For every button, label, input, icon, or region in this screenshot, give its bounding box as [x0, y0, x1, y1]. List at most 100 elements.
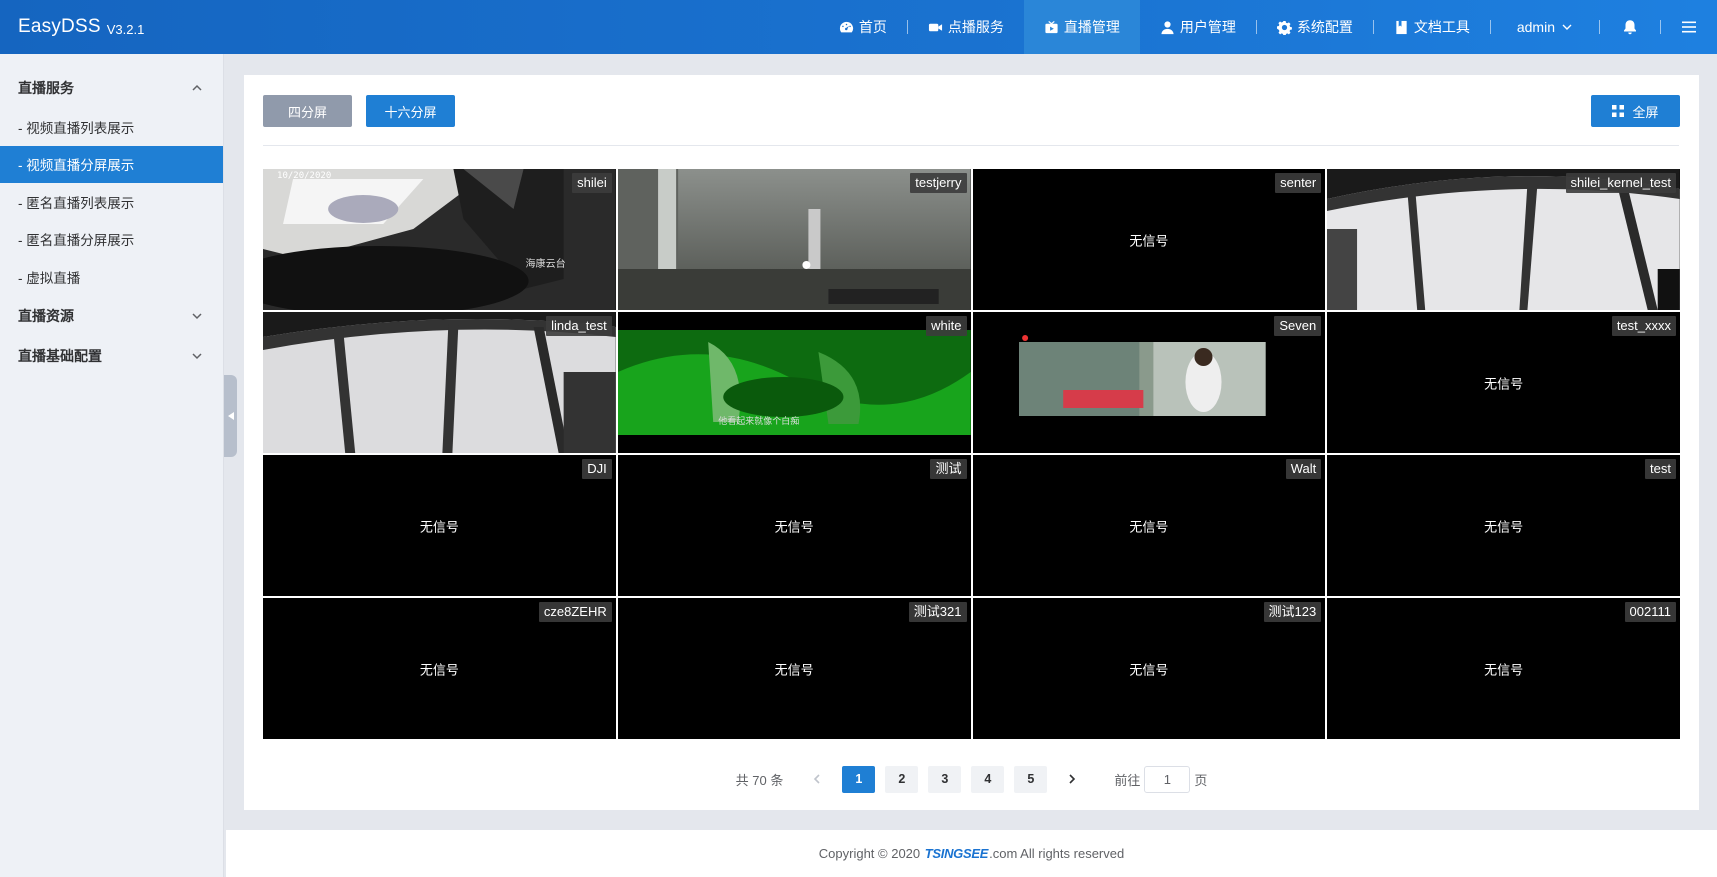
no-signal-text: 无信号 — [1484, 519, 1524, 534]
hamburger-menu-icon — [1682, 21, 1696, 33]
prev-page-button[interactable] — [803, 765, 831, 793]
stream-name: 测试123 — [1263, 602, 1322, 622]
nav-live-label: 直播管理 — [1063, 19, 1120, 35]
no-signal-text: 无信号 — [1129, 519, 1169, 534]
sidebar-group-label: 直播资源 — [18, 307, 74, 324]
video-tile[interactable]: 无信号 test — [1327, 455, 1680, 596]
footer-copyright-suffix: .com All rights reserved — [989, 846, 1125, 861]
page-button-3[interactable]: 3 — [928, 765, 962, 793]
stream-name: white — [926, 316, 967, 336]
user-menu[interactable]: admin — [1491, 0, 1599, 54]
video-tile[interactable]: 无信号 senter — [972, 169, 1326, 310]
brand[interactable]: EasyDSS V3.2.1 — [18, 0, 144, 54]
stream-name: 测试 — [930, 459, 967, 479]
no-signal-text: 无信号 — [1129, 233, 1169, 248]
nav-home-label: 首页 — [858, 19, 887, 35]
stream-name: shilei — [572, 173, 612, 193]
video-tile[interactable]: 他看起来就像个白痴 white — [617, 312, 971, 453]
footer: Copyright © 2020 TSINGSEE .com All right… — [226, 830, 1717, 877]
brand-version: V3.2.1 — [106, 21, 145, 37]
page-jump-prefix: 前往 — [1114, 772, 1141, 788]
video-timestamp: 10/20/2020 — [277, 171, 331, 181]
nav-docs[interactable]: 文档工具 — [1374, 0, 1490, 54]
gauge-icon — [839, 21, 853, 32]
video-tile[interactable]: 10/20/2020 海康云台 shilei — [263, 169, 616, 310]
stream-name: 测试321 — [908, 602, 967, 622]
fullscreen-button[interactable]: 全屏 — [1591, 95, 1680, 127]
video-tile[interactable]: 无信号 cze8ZEHR — [263, 598, 616, 739]
video-tile[interactable]: linda_test — [263, 312, 616, 453]
stream-name: cze8ZEHR — [538, 602, 612, 622]
four-split-button[interactable]: 四分屏 — [263, 95, 352, 127]
user-icon — [1161, 20, 1174, 34]
video-tile[interactable]: 无信号 002111 — [1327, 598, 1680, 739]
footer-copyright-prefix: Copyright © 2020 — [818, 846, 924, 861]
pagination: 共 70 条 1 2 3 4 5 前往 页 — [244, 765, 1699, 793]
no-signal-text: 无信号 — [774, 662, 814, 677]
chevron-down-icon — [192, 352, 202, 359]
page-jump-input[interactable] — [1144, 765, 1191, 793]
page-button-4[interactable]: 4 — [971, 765, 1005, 793]
nav-live[interactable]: 直播管理 — [1023, 0, 1140, 54]
stream-name: test — [1645, 459, 1676, 479]
stream-name: testjerry — [910, 173, 967, 193]
pagination-total: 共 70 条 — [735, 772, 784, 788]
video-tile[interactable]: 无信号 测试321 — [617, 598, 971, 739]
video-thumbnail: 他看起来就像个白痴 — [617, 312, 971, 453]
nav-vod[interactable]: 点播服务 — [908, 0, 1024, 54]
page-button-1[interactable]: 1 — [842, 765, 876, 793]
video-tile[interactable]: Seven — [972, 312, 1326, 453]
video-thumbnail — [972, 312, 1326, 453]
bell-icon — [1624, 20, 1636, 35]
broadcast-icon — [1045, 20, 1058, 33]
nav-users[interactable]: 用户管理 — [1140, 0, 1256, 54]
video-grid: 10/20/2020 海康云台 shilei testjerry 无信号 sen… — [263, 169, 1680, 739]
nav-vod-label: 点播服务 — [947, 19, 1004, 35]
gear-icon — [1276, 20, 1292, 35]
nav-docs-label: 文档工具 — [1413, 19, 1470, 35]
notification-button[interactable] — [1600, 0, 1660, 54]
main-menu-button[interactable] — [1661, 0, 1717, 54]
sixteen-split-button[interactable]: 十六分屏 — [366, 95, 455, 127]
nav-system-label: 系统配置 — [1296, 19, 1353, 35]
video-tile[interactable]: 无信号 test_xxxx — [1327, 312, 1680, 453]
sidebar-item-anon-list[interactable]: - 匿名直播列表展示 — [0, 183, 223, 221]
page-jump-suffix: 页 — [1194, 772, 1208, 788]
nav-system[interactable]: 系统配置 — [1257, 0, 1373, 54]
no-signal-text: 无信号 — [419, 519, 459, 534]
sidebar-item-live-list[interactable]: - 视频直播列表展示 — [0, 108, 223, 146]
video-thumbnail: 10/20/2020 海康云台 — [263, 169, 616, 310]
page-button-2[interactable]: 2 — [885, 765, 919, 793]
stream-name: linda_test — [546, 316, 612, 336]
video-tile[interactable]: 无信号 DJI — [263, 455, 616, 596]
stream-name: Seven — [1274, 316, 1322, 336]
page-jump: 前往 页 — [1114, 765, 1208, 793]
user-name: admin — [1516, 19, 1555, 35]
sidebar-item-virtual-live[interactable]: - 虚拟直播 — [0, 258, 223, 296]
next-page-button[interactable] — [1058, 765, 1086, 793]
video-tile[interactable]: testjerry — [617, 169, 971, 310]
video-tile[interactable]: 无信号 测试123 — [972, 598, 1326, 739]
sidebar-collapse-handle[interactable] — [224, 375, 237, 457]
sidebar-group-live-config[interactable]: 直播基础配置 — [0, 336, 223, 376]
fullscreen-label: 全屏 — [1632, 104, 1659, 120]
toolbar-divider — [263, 145, 1679, 146]
tsingsee-logo: TSINGSEE — [924, 846, 989, 861]
chevron-left-icon — [814, 774, 820, 784]
sidebar-item-live-split[interactable]: - 视频直播分屏展示 — [0, 145, 223, 183]
stream-name: test_xxxx — [1611, 316, 1676, 336]
video-tile[interactable]: shilei_kernel_test — [1327, 169, 1680, 310]
sidebar-group-live-service[interactable]: 直播服务 — [0, 68, 223, 108]
page-button-5[interactable]: 5 — [1014, 765, 1048, 793]
sidebar-item-anon-split[interactable]: - 匿名直播分屏展示 — [0, 221, 223, 259]
chevron-up-icon — [192, 84, 202, 91]
no-signal-text: 无信号 — [419, 662, 459, 677]
nav-home[interactable]: 首页 — [819, 0, 907, 54]
video-tile[interactable]: 无信号 Walt — [972, 455, 1326, 596]
sidebar-group-live-resources[interactable]: 直播资源 — [0, 296, 223, 336]
caret-left-icon — [227, 412, 234, 420]
video-tile[interactable]: 无信号 测试 — [617, 455, 971, 596]
stream-name: DJI — [582, 459, 612, 479]
book-icon — [1396, 20, 1407, 34]
fullscreen-icon — [1612, 105, 1625, 117]
